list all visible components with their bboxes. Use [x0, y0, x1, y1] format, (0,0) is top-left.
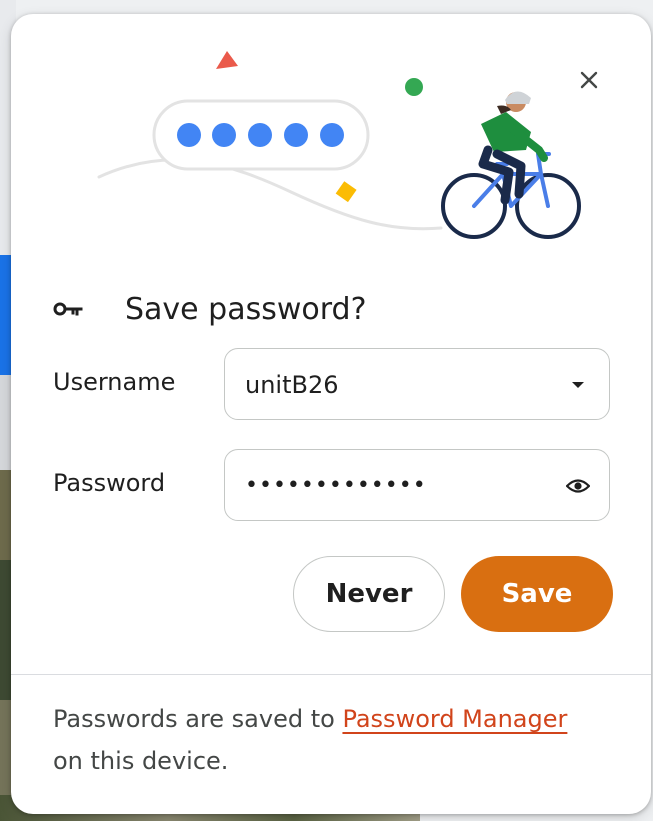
save-button[interactable]: Save: [461, 556, 613, 632]
password-field[interactable]: •••••••••••••: [224, 449, 610, 521]
footer-text: Passwords are saved to Password Manager …: [53, 698, 573, 782]
close-icon: [580, 71, 598, 89]
footer-prefix: Passwords are saved to: [53, 705, 343, 733]
key-icon: [53, 299, 83, 319]
footer-suffix: on this device.: [53, 747, 229, 775]
username-value: unitB26: [245, 371, 339, 399]
dropdown-arrow-icon[interactable]: [565, 373, 591, 397]
divider: [11, 674, 651, 675]
save-password-dialog: Save password? Username unitB26 Password…: [11, 14, 651, 814]
dialog-header: Save password?: [53, 286, 367, 332]
eye-icon[interactable]: [565, 474, 591, 498]
never-button[interactable]: Never: [293, 556, 445, 632]
close-button[interactable]: [569, 60, 609, 100]
dialog-title: Save password?: [125, 291, 367, 327]
username-label: Username: [53, 368, 176, 396]
username-select[interactable]: unitB26: [224, 348, 610, 420]
password-illustration: [97, 51, 581, 239]
password-value: •••••••••••••: [245, 473, 427, 498]
password-manager-link[interactable]: Password Manager: [342, 705, 567, 733]
password-label: Password: [53, 469, 166, 497]
